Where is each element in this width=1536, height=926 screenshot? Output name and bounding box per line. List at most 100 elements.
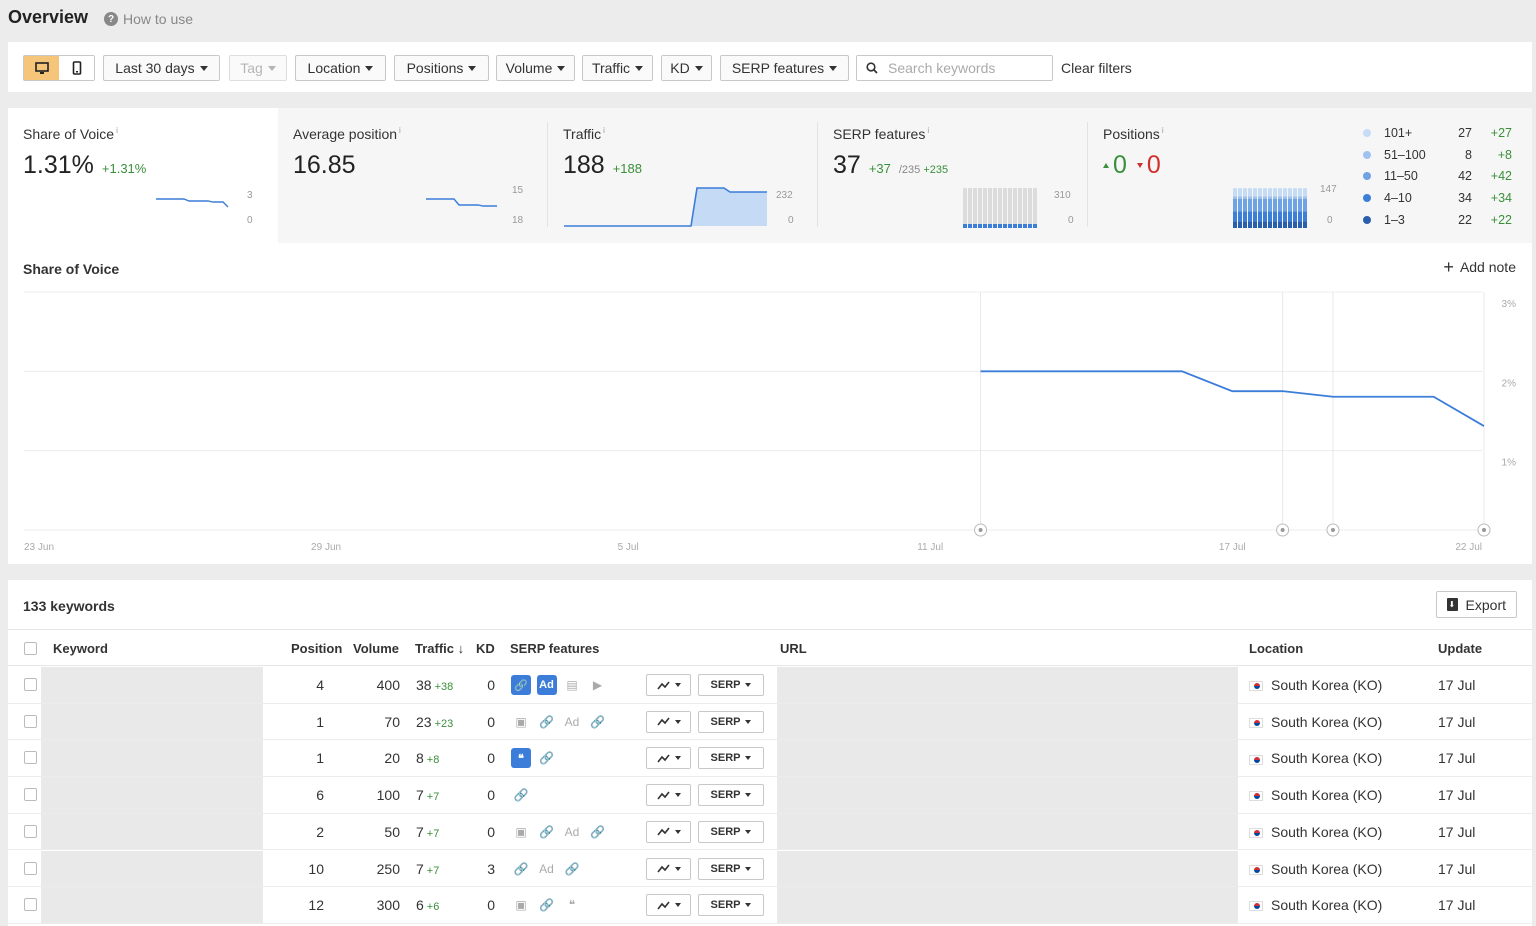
link-icon[interactable]: 🔗 — [537, 748, 557, 768]
table-row[interactable]: 2 50 7 +7 0 ▣ 🔗 Ad 🔗 SERP South Korea (KO) 17 Jul — [8, 813, 1532, 851]
url-cell[interactable] — [777, 887, 1238, 923]
keyword-cell[interactable] — [41, 777, 263, 813]
url-cell[interactable] — [777, 777, 1238, 813]
keyword-cell[interactable] — [41, 703, 263, 740]
keyword-cell[interactable] — [41, 813, 263, 850]
search-input[interactable] — [888, 60, 1043, 76]
location-dropdown[interactable]: Location — [295, 55, 386, 81]
row-checkbox[interactable] — [24, 678, 37, 691]
row-checkbox[interactable] — [24, 788, 37, 802]
ad-icon[interactable]: Ad — [536, 675, 557, 695]
row-checkbox[interactable] — [24, 861, 37, 875]
row-checkbox[interactable] — [24, 751, 37, 765]
link-icon[interactable]: 🔗 — [511, 859, 531, 879]
video-icon[interactable]: ▶ — [588, 675, 608, 695]
featured-snippet-icon[interactable]: ❝ — [562, 895, 582, 915]
col-url[interactable]: URL — [780, 641, 807, 656]
table-row[interactable]: 1 70 23 +23 0 ▣ 🔗 Ad 🔗 SERP South Korea (KO) 17 Jul — [8, 703, 1532, 741]
legend-row[interactable]: 101+ 27 +27 — [1363, 122, 1528, 144]
position-history-button[interactable] — [646, 710, 691, 733]
export-button[interactable]: Export — [1435, 591, 1517, 618]
note-marker[interactable] — [1276, 523, 1290, 537]
metric-positions[interactable]: Positions i 0 0 147 0 101+ 27 +27 51–100 8 +8 1… — [1088, 108, 1532, 243]
clear-filters-link[interactable]: Clear filters — [1061, 60, 1132, 76]
ad-icon[interactable]: Ad — [562, 822, 582, 842]
legend-row[interactable]: 11–50 42 +42 — [1363, 165, 1528, 187]
position-history-button[interactable] — [646, 674, 691, 696]
date-range-dropdown[interactable]: Last 30 days — [103, 55, 220, 81]
link-icon[interactable]: 🔗 — [537, 822, 557, 842]
col-traffic[interactable]: Traffic ↓ — [415, 641, 464, 656]
table-row[interactable]: 4 400 38 +38 0 🔗 Ad ▤ ▶ SERP South Korea (KO) 17 Ju… — [8, 667, 1532, 704]
mobile-button[interactable] — [59, 56, 94, 80]
image-pack-icon[interactable]: ▣ — [511, 712, 531, 732]
serp-button[interactable]: SERP — [698, 894, 764, 917]
position-history-button[interactable] — [646, 894, 691, 917]
url-cell[interactable] — [777, 850, 1238, 887]
row-checkbox[interactable] — [24, 824, 37, 838]
link-icon[interactable]: 🔗 — [588, 712, 608, 732]
link-icon[interactable]: 🔗 — [588, 822, 608, 842]
position-history-button[interactable] — [646, 857, 691, 880]
position-history-button[interactable] — [646, 820, 691, 843]
serp-button[interactable]: SERP — [698, 784, 764, 807]
select-all-checkbox[interactable] — [24, 642, 37, 655]
row-checkbox[interactable] — [24, 714, 37, 728]
position-history-button[interactable] — [646, 747, 691, 770]
legend-row[interactable]: 1–3 22 +22 — [1363, 209, 1528, 231]
col-keyword[interactable]: Keyword — [53, 641, 108, 656]
featured-snippet-icon[interactable]: ❝ — [511, 748, 531, 769]
table-row[interactable]: 10 250 7 +7 3 🔗 Ad 🔗 SERP South Korea (KO) 17 Jul — [8, 850, 1532, 888]
link-icon[interactable]: 🔗 — [537, 895, 557, 915]
serp-button[interactable]: SERP — [698, 820, 764, 843]
desktop-button[interactable] — [24, 56, 59, 80]
serp-features-dropdown[interactable]: SERP features — [720, 55, 849, 81]
how-to-use-link[interactable]: ? How to use — [104, 11, 193, 27]
table-row[interactable]: 6 100 7 +7 0 🔗 SERP South Korea (KO) 17 Jul — [8, 777, 1532, 814]
url-cell[interactable] — [777, 667, 1238, 703]
legend-row[interactable]: 51–100 8 +8 — [1363, 144, 1528, 166]
image-pack-icon[interactable]: ▣ — [511, 895, 531, 915]
position-history-button[interactable] — [646, 784, 691, 807]
metric-traffic[interactable]: Traffic i 188 +188 232 0 — [548, 108, 818, 243]
volume-dropdown[interactable]: Volume — [496, 55, 575, 81]
serp-button[interactable]: SERP — [698, 747, 764, 770]
ad-icon[interactable]: Ad — [562, 712, 582, 732]
serp-button[interactable]: SERP — [698, 674, 764, 696]
keyword-cell[interactable] — [41, 740, 263, 777]
col-update[interactable]: Update — [1438, 641, 1482, 656]
image-pack-icon[interactable]: ▣ — [511, 822, 531, 842]
metric-share-of-voice[interactable]: Share of Voice i 1.31% +1.31% 3 0 — [8, 108, 278, 245]
keyword-cell[interactable] — [41, 667, 263, 703]
kd-dropdown[interactable]: KD — [661, 55, 712, 81]
note-marker[interactable] — [1477, 523, 1491, 537]
keyword-cell[interactable] — [41, 850, 263, 887]
table-row[interactable]: 1 20 8 +8 0 ❝ 🔗 SERP South Korea (KO) 17 Jul — [8, 740, 1532, 778]
col-kd[interactable]: KD — [476, 641, 495, 656]
knowledge-panel-icon[interactable]: ▤ — [562, 675, 582, 695]
url-cell[interactable] — [777, 813, 1238, 850]
link-icon[interactable]: 🔗 — [562, 859, 582, 879]
url-cell[interactable] — [777, 740, 1238, 777]
ad-icon[interactable]: Ad — [537, 859, 557, 879]
serp-button[interactable]: SERP — [698, 857, 764, 880]
col-location[interactable]: Location — [1249, 641, 1303, 656]
note-marker[interactable] — [974, 523, 988, 537]
link-icon[interactable]: 🔗 — [511, 785, 531, 805]
metric-average-position[interactable]: Average position i 16.85 15 18 — [278, 108, 548, 243]
legend-row[interactable]: 4–10 34 +34 — [1363, 187, 1528, 209]
keyword-cell[interactable] — [41, 887, 263, 923]
link-icon[interactable]: 🔗 — [511, 675, 531, 695]
metric-serp-features[interactable]: SERP features i 37 +37/235 +235 310 0 — [818, 108, 1088, 243]
add-note-button[interactable]: + Add note — [1443, 258, 1516, 276]
url-cell[interactable] — [777, 703, 1238, 740]
traffic-dropdown[interactable]: Traffic — [582, 55, 653, 81]
row-checkbox[interactable] — [24, 898, 37, 912]
tag-dropdown[interactable]: Tag — [229, 55, 287, 81]
col-serp-features[interactable]: SERP features — [510, 641, 599, 656]
col-position[interactable]: Position — [291, 641, 342, 656]
serp-button[interactable]: SERP — [698, 710, 764, 733]
col-volume[interactable]: Volume — [353, 641, 399, 656]
note-marker[interactable] — [1326, 523, 1340, 537]
positions-dropdown[interactable]: Positions — [394, 55, 489, 81]
